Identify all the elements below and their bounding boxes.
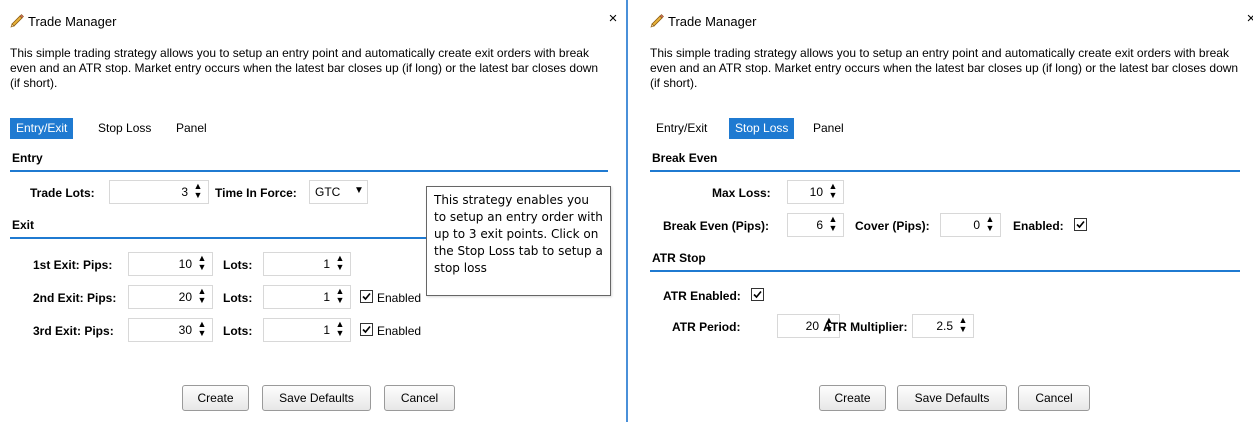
break-even-enabled-checkbox[interactable] — [1074, 218, 1087, 231]
trade-lots-label: Trade Lots: — [30, 186, 95, 200]
atr-period-value: 20 — [805, 319, 819, 333]
title-bar: Trade Manager × — [640, 0, 1253, 40]
exit-3-enabled-checkbox[interactable] — [360, 323, 373, 336]
trade-lots-value: 3 — [181, 185, 188, 199]
close-icon[interactable]: × — [605, 11, 621, 27]
exit-2-enabled-label: Enabled — [377, 291, 422, 305]
strategy-description: This simple trading strategy allows you … — [10, 46, 599, 90]
tab-stop-loss[interactable]: Stop Loss — [729, 118, 795, 139]
tab-stop-loss[interactable]: Stop Loss — [92, 118, 157, 139]
cover-pips-spinner[interactable]: 0 ▲ ▼ — [940, 213, 1001, 237]
atr-multiplier-label: ATR Multiplier: — [823, 320, 908, 334]
break-even-section-header: Break Even — [650, 148, 1240, 172]
checkmark-icon — [1076, 220, 1085, 229]
time-in-force-value: GTC — [315, 185, 341, 199]
spinner-arrows-icon[interactable]: ▲ ▼ — [958, 316, 968, 334]
exit-3-pips-value: 30 — [178, 323, 192, 337]
spinner-arrows-icon[interactable]: ▲ ▼ — [193, 182, 203, 200]
create-button[interactable]: Create — [819, 385, 886, 411]
exit-3-enabled-label: Enabled — [377, 324, 422, 338]
exit-2-pips-value: 20 — [178, 290, 192, 304]
exit-2-enabled-checkbox[interactable] — [360, 290, 373, 303]
break-even-pips-value: 6 — [816, 218, 823, 232]
exit-2-pips-spinner[interactable]: 20 ▲ ▼ — [128, 285, 213, 309]
checkmark-icon — [753, 290, 762, 299]
atr-multiplier-value: 2.5 — [936, 319, 953, 333]
atr-enabled-checkbox[interactable] — [751, 288, 764, 301]
atr-stop-section-title: ATR Stop — [652, 251, 706, 265]
dialog-title: Trade Manager — [28, 14, 117, 29]
dropdown-arrow-icon: ▼ — [354, 185, 364, 196]
exit-1-lots-label: Lots: — [223, 258, 253, 272]
save-defaults-button[interactable]: Save Defaults — [262, 385, 371, 411]
exit-3-lots-label: Lots: — [223, 324, 253, 338]
tab-panel[interactable]: Panel — [170, 118, 213, 139]
checkmark-icon — [362, 292, 371, 301]
spinner-arrows-icon[interactable]: ▲ ▼ — [335, 320, 345, 338]
pencil-icon — [9, 12, 25, 28]
break-even-pips-spinner[interactable]: 6 ▲ ▼ — [787, 213, 844, 237]
exit-3-lots-value: 1 — [323, 323, 330, 337]
spinner-arrows-icon[interactable]: ▲ ▼ — [197, 254, 207, 272]
create-button[interactable]: Create — [182, 385, 249, 411]
exit-3-pips-spinner[interactable]: 30 ▲ ▼ — [128, 318, 213, 342]
tab-entry-exit[interactable]: Entry/Exit — [10, 118, 74, 139]
trade-manager-dialog-stop-loss: Trade Manager × This simple trading stra… — [640, 0, 1253, 422]
spinner-arrows-icon[interactable]: ▲ ▼ — [828, 182, 838, 200]
time-in-force-select[interactable]: GTC ▼ — [309, 180, 368, 204]
cancel-button[interactable]: Cancel — [1018, 385, 1090, 411]
spinner-arrows-icon[interactable]: ▲ ▼ — [197, 320, 207, 338]
atr-stop-section-header: ATR Stop — [650, 248, 1240, 272]
trade-manager-dialog-entry-exit: Trade Manager × This simple trading stra… — [0, 0, 628, 422]
exit-3-lots-spinner[interactable]: 1 ▲ ▼ — [263, 318, 351, 342]
cover-pips-label: Cover (Pips): — [855, 219, 930, 233]
checkmark-icon — [362, 325, 371, 334]
break-even-pips-label: Break Even (Pips): — [663, 219, 770, 233]
close-icon[interactable]: × — [1243, 11, 1253, 27]
exit-2-lots-spinner[interactable]: 1 ▲ ▼ — [263, 285, 351, 309]
trade-lots-spinner[interactable]: 3 ▲ ▼ — [109, 180, 209, 204]
spinner-arrows-icon[interactable]: ▲ ▼ — [335, 254, 345, 272]
exit-2-pips-label: 2nd Exit: Pips: — [33, 291, 117, 305]
save-defaults-button[interactable]: Save Defaults — [897, 385, 1007, 411]
break-even-enabled-label: Enabled: — [1013, 219, 1064, 233]
exit-2-lots-label: Lots: — [223, 291, 253, 305]
exit-section-title: Exit — [12, 218, 35, 232]
max-loss-spinner[interactable]: 10 ▲ ▼ — [787, 180, 844, 204]
atr-enabled-label: ATR Enabled: — [663, 289, 741, 303]
max-loss-value: 10 — [809, 185, 823, 199]
spinner-arrows-icon[interactable]: ▲ ▼ — [985, 215, 995, 233]
spinner-arrows-icon[interactable]: ▲ ▼ — [335, 287, 345, 305]
exit-1-lots-spinner[interactable]: 1 ▲ ▼ — [263, 252, 351, 276]
max-loss-label: Max Loss: — [712, 186, 771, 200]
entry-section-header: Entry — [10, 148, 608, 172]
exit-1-pips-spinner[interactable]: 10 ▲ ▼ — [128, 252, 213, 276]
exit-3-pips-label: 3rd Exit: Pips: — [33, 324, 114, 338]
tab-panel[interactable]: Panel — [807, 118, 850, 139]
break-even-section-title: Break Even — [652, 151, 718, 165]
atr-multiplier-spinner[interactable]: 2.5 ▲ ▼ — [912, 314, 974, 338]
entry-section-title: Entry — [12, 151, 43, 165]
exit-1-pips-value: 10 — [178, 257, 192, 271]
exit-1-lots-value: 1 — [323, 257, 330, 271]
spinner-arrows-icon[interactable]: ▲ ▼ — [197, 287, 207, 305]
pencil-icon — [649, 12, 665, 28]
time-in-force-label: Time In Force: — [215, 186, 297, 200]
cancel-button[interactable]: Cancel — [384, 385, 455, 411]
dialog-title: Trade Manager — [668, 14, 757, 29]
spinner-arrows-icon[interactable]: ▲ ▼ — [828, 215, 838, 233]
exit-1-pips-label: 1st Exit: Pips: — [33, 258, 113, 272]
tab-entry-exit[interactable]: Entry/Exit — [650, 118, 713, 139]
exit-2-lots-value: 1 — [323, 290, 330, 304]
atr-period-label: ATR Period: — [672, 320, 741, 334]
cover-pips-value: 0 — [973, 218, 980, 232]
help-tooltip: This strategy enables you to setup an en… — [426, 186, 611, 296]
title-bar: Trade Manager × — [0, 0, 626, 40]
strategy-description: This simple trading strategy allows you … — [650, 46, 1239, 90]
